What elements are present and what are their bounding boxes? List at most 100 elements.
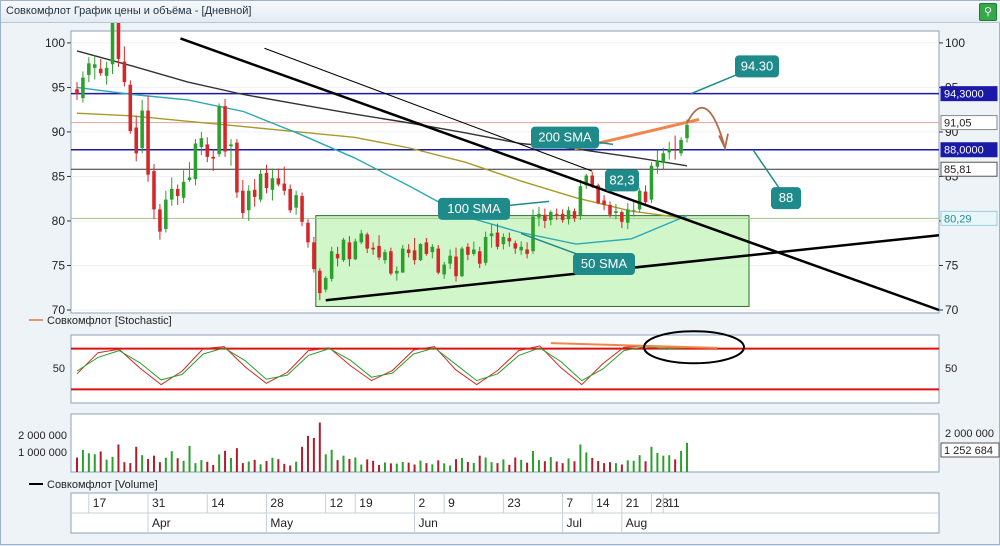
volume-bar[interactable] (407, 462, 410, 472)
candle-body[interactable] (626, 209, 630, 223)
volume-bar[interactable] (389, 463, 392, 472)
volume-bar[interactable] (532, 451, 535, 472)
volume-bar[interactable] (253, 459, 256, 472)
candle-body[interactable] (466, 246, 470, 255)
volume-bar[interactable] (164, 457, 167, 472)
candle-body[interactable] (347, 242, 352, 260)
candle-body[interactable] (187, 177, 192, 181)
candle-body[interactable] (655, 160, 660, 167)
candle-body[interactable] (501, 236, 506, 245)
volume-bar[interactable] (342, 455, 345, 472)
candle-body[interactable] (549, 212, 553, 221)
candle-body[interactable] (264, 172, 269, 189)
candle-body[interactable] (507, 237, 512, 242)
volume-bar[interactable] (188, 445, 191, 472)
candle-body[interactable] (631, 210, 636, 212)
candle-body[interactable] (477, 251, 482, 264)
volume-bar[interactable] (620, 464, 623, 472)
candle-body[interactable] (175, 188, 180, 197)
candle-body[interactable] (572, 211, 577, 219)
candle-body[interactable] (75, 89, 79, 94)
volume-bar[interactable] (502, 459, 505, 472)
candle-body[interactable] (241, 190, 245, 213)
candle-body[interactable] (679, 139, 683, 154)
candle-body[interactable] (412, 250, 417, 261)
candle-body[interactable] (116, 23, 121, 59)
volume-bar[interactable] (312, 437, 315, 472)
candle-body[interactable] (424, 242, 429, 254)
candle-body[interactable] (205, 144, 210, 157)
candle-body[interactable] (181, 181, 186, 198)
candle-body[interactable] (110, 23, 115, 65)
candle-body[interactable] (229, 144, 233, 147)
volume-bar[interactable] (117, 444, 120, 472)
candle-body[interactable] (270, 178, 275, 190)
volume-bar[interactable] (555, 461, 558, 473)
candle-body[interactable] (620, 212, 624, 222)
volume-bar[interactable] (152, 455, 155, 472)
volume-bar[interactable] (176, 458, 179, 472)
candle-body[interactable] (531, 216, 535, 252)
volume-bar[interactable] (508, 464, 511, 472)
candle-body[interactable] (235, 142, 239, 193)
volume-bar[interactable] (419, 460, 422, 472)
candle-body[interactable] (246, 190, 251, 211)
volume-bar[interactable] (235, 448, 238, 472)
volume-bar[interactable] (129, 463, 132, 472)
volume-bar[interactable] (478, 455, 481, 472)
volume-bar[interactable] (614, 463, 617, 472)
candle-body[interactable] (223, 106, 227, 152)
volume-bar[interactable] (229, 458, 232, 472)
candle-body[interactable] (661, 153, 666, 164)
candle-body[interactable] (371, 247, 375, 250)
candle-body[interactable] (217, 106, 221, 155)
candle-body[interactable] (400, 248, 405, 273)
volume-bar[interactable] (585, 452, 588, 472)
candle-body[interactable] (122, 61, 127, 83)
candle-body[interactable] (146, 110, 150, 175)
volume-bar[interactable] (336, 460, 339, 472)
volume-bar[interactable] (218, 454, 221, 473)
volume-bar[interactable] (650, 446, 653, 472)
volume-bar[interactable] (383, 462, 386, 472)
candle-body[interactable] (590, 175, 595, 186)
volume-bar[interactable] (76, 457, 78, 472)
volume-bar[interactable] (360, 464, 363, 472)
volume-bar[interactable] (366, 459, 369, 472)
candle-body[interactable] (288, 188, 292, 211)
candle-body[interactable] (649, 165, 654, 200)
volume-bar[interactable] (466, 461, 469, 472)
candle-body[interactable] (460, 248, 464, 277)
volume-bar[interactable] (526, 462, 529, 472)
candle-body[interactable] (673, 149, 677, 151)
candle-body[interactable] (211, 156, 215, 159)
volume-bar[interactable] (87, 453, 90, 472)
candle-body[interactable] (454, 256, 458, 277)
candle-body[interactable] (312, 242, 316, 270)
volume-bar[interactable] (324, 454, 327, 472)
candle-body[interactable] (472, 249, 476, 254)
candle-body[interactable] (578, 186, 583, 216)
volume-bar[interactable] (378, 465, 381, 472)
volume-bar[interactable] (265, 461, 268, 472)
candle-body[interactable] (152, 171, 156, 210)
volume-bar[interactable] (212, 465, 215, 472)
volume-bar[interactable] (289, 465, 292, 472)
candle-body[interactable] (442, 264, 446, 275)
candle-body[interactable] (335, 253, 340, 259)
volume-bar[interactable] (158, 462, 161, 472)
candle-body[interactable] (306, 222, 310, 243)
volume-bar[interactable] (93, 454, 96, 472)
candle-body[interactable] (513, 243, 518, 249)
volume-bar[interactable] (656, 452, 659, 472)
candle-body[interactable] (543, 214, 547, 221)
volume-bar[interactable] (626, 460, 629, 472)
volume-bar[interactable] (662, 455, 665, 472)
volume-bar[interactable] (496, 463, 499, 472)
volume-bar[interactable] (170, 451, 173, 472)
volume-bar[interactable] (668, 455, 671, 472)
candle-body[interactable] (537, 213, 541, 218)
candle-body[interactable] (436, 248, 441, 273)
candle-body[interactable] (353, 241, 358, 260)
volume-bar[interactable] (638, 455, 641, 472)
